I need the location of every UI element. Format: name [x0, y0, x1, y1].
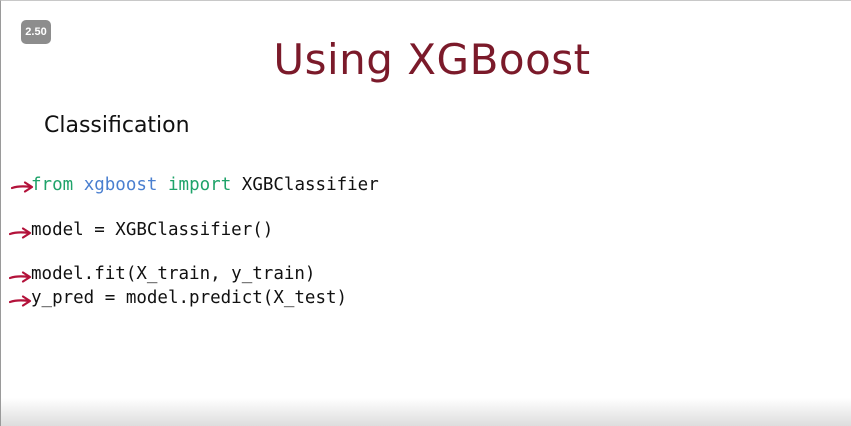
code-module-name: xgboost — [83, 175, 158, 195]
code-imported-class: XGBClassifier — [241, 175, 379, 195]
code-line-model-fit: model.fit(X_train, y_train) — [31, 264, 316, 284]
annotation-arrow-icon — [9, 271, 32, 283]
code-keyword-import: import — [168, 175, 232, 195]
code-line-model-init: model = XGBClassifier() — [31, 220, 274, 240]
code-line-predict: y_pred = model.predict(X_test) — [31, 288, 348, 308]
video-bottom-gradient — [1, 398, 851, 426]
code-keyword-from: from — [31, 175, 74, 195]
annotation-arrow-icon — [9, 295, 32, 307]
annotation-arrow-icon — [9, 227, 32, 239]
slide-title: Using XGBoost — [273, 35, 591, 84]
code-line-import: from xgboost import XGBClassifier — [31, 175, 379, 195]
slide-subtitle: Classification — [44, 113, 190, 138]
video-slide: 2.50 Using XGBoost Classification from x… — [0, 0, 851, 426]
